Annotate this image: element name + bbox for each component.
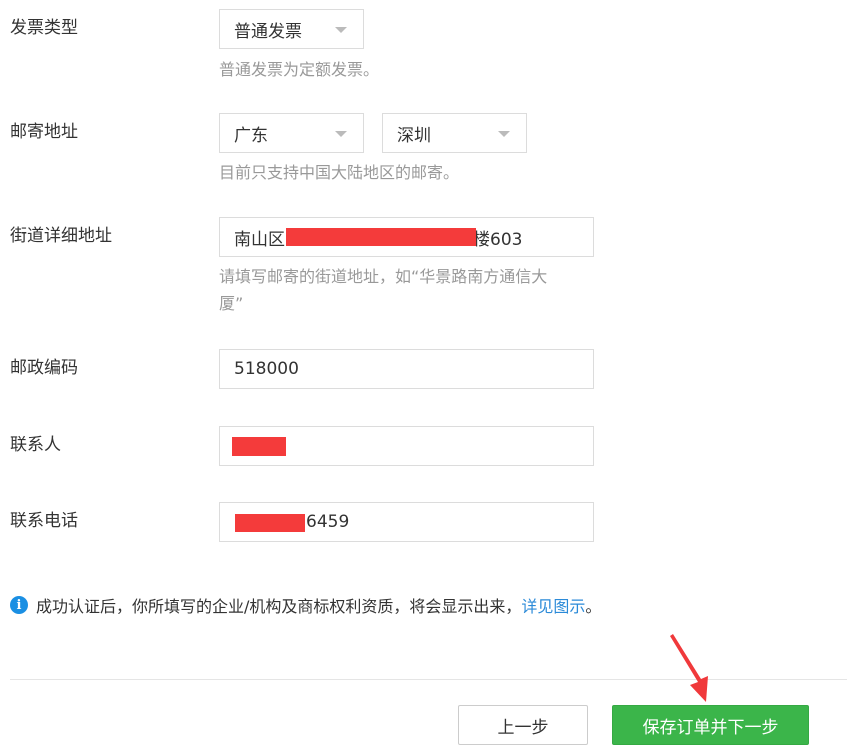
divider: [10, 679, 847, 680]
chevron-down-icon: [498, 131, 510, 137]
redaction-mark: [286, 228, 476, 246]
invoice-type-select[interactable]: 普通发票: [219, 9, 364, 49]
invoice-type-hint: 普通发票为定额发票。: [219, 60, 380, 79]
redaction-mark: [232, 437, 286, 456]
save-and-next-button[interactable]: 保存订单并下一步: [612, 705, 809, 745]
city-select[interactable]: 深圳: [382, 113, 527, 153]
province-value: 广东: [234, 125, 268, 146]
info-icon: i: [10, 596, 28, 614]
annotation-arrow-icon: [670, 634, 708, 702]
mailing-address-hint: 目前只支持中国大陆地区的邮寄。: [219, 163, 460, 182]
street-address-label: 街道详细地址: [10, 226, 112, 246]
postcode-input[interactable]: 518000: [219, 349, 594, 389]
notice-text: 成功认证后，你所填写的企业/机构及商标权利资质，将会显示出来，: [36, 597, 522, 616]
street-address-suffix: 楼603: [473, 229, 523, 250]
chevron-down-icon: [335, 27, 347, 33]
street-address-prefix: 南山区: [234, 229, 285, 250]
street-address-hint-line2: 厦”: [219, 294, 244, 313]
certification-notice: i 成功认证后，你所填写的企业/机构及商标权利资质，将会显示出来， 详见图示 。: [10, 593, 601, 617]
postcode-label: 邮政编码: [10, 358, 78, 378]
phone-suffix: 6459: [306, 512, 350, 532]
city-value: 深圳: [397, 125, 431, 146]
contact-label: 联系人: [10, 435, 61, 455]
redaction-mark: [235, 514, 305, 532]
previous-step-button[interactable]: 上一步: [458, 705, 588, 745]
postcode-value: 518000: [234, 359, 299, 379]
mailing-address-label: 邮寄地址: [10, 122, 78, 142]
province-select[interactable]: 广东: [219, 113, 364, 153]
invoice-type-value: 普通发票: [234, 21, 302, 42]
street-address-hint-line1: 请填写邮寄的街道地址，如“华景路南方通信大: [219, 267, 548, 286]
invoice-type-label: 发票类型: [10, 18, 78, 38]
see-illustration-link[interactable]: 详见图示: [521, 593, 585, 617]
notice-end: 。: [585, 597, 602, 616]
phone-label: 联系电话: [10, 511, 78, 531]
chevron-down-icon: [335, 131, 347, 137]
